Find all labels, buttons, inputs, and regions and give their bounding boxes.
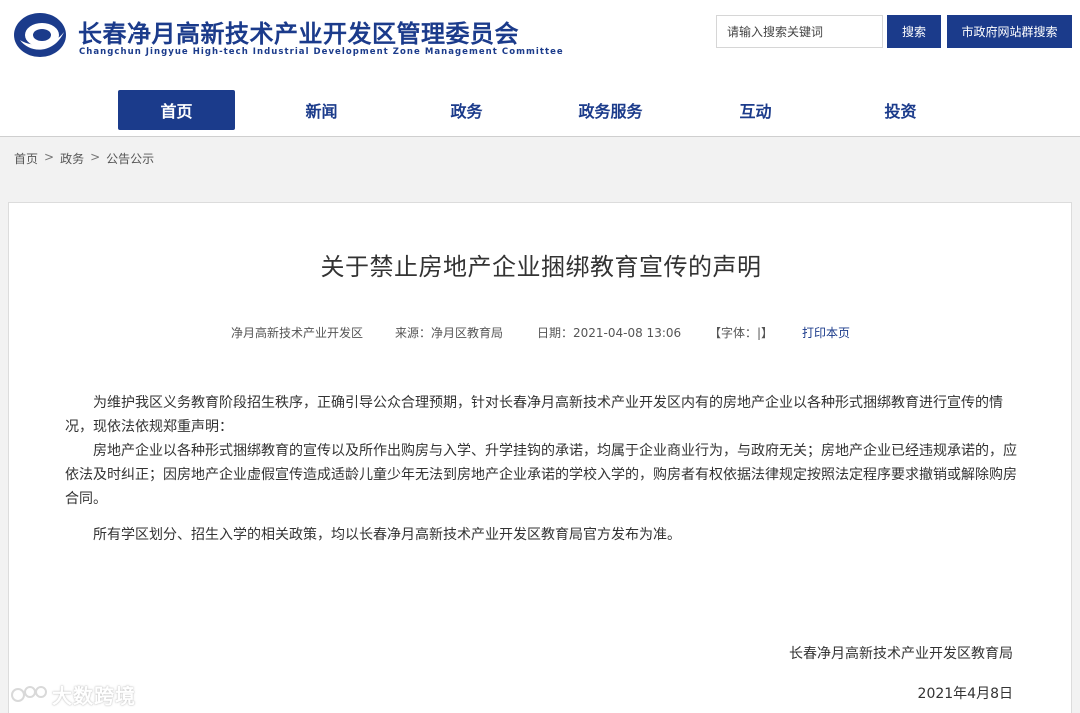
- nav-item-government[interactable]: 政务: [408, 90, 525, 130]
- breadcrumb-separator: >: [44, 150, 55, 164]
- search-input[interactable]: [716, 15, 883, 48]
- article-date: 日期：2021-04-08 13:06: [537, 326, 682, 340]
- site-header: 长春净月高新技术产业开发区管理委员会 Changchun Jingyue Hig…: [0, 0, 1080, 80]
- article-source: 来源：净月区教育局: [395, 326, 504, 340]
- nav-item-interaction[interactable]: 互动: [697, 90, 814, 130]
- breadcrumb-home[interactable]: 首页: [14, 150, 38, 167]
- article-sign-date: 2021年4月8日: [917, 686, 1013, 702]
- site-title[interactable]: 长春净月高新技术产业开发区管理委员会: [78, 14, 519, 49]
- watermark-text: 大数跨境: [52, 684, 136, 708]
- watermark-logo-icon: [11, 685, 47, 702]
- print-link-wrapper: 打印本页: [802, 324, 850, 341]
- nav-item-news[interactable]: 新闻: [263, 90, 380, 130]
- group-search-button[interactable]: 市政府网站群搜索: [947, 15, 1072, 48]
- nav-item-home[interactable]: 首页: [118, 90, 235, 130]
- article-card: 关于禁止房地产企业捆绑教育宣传的声明 净月高新技术产业开发区 来源：净月区教育局…: [8, 202, 1072, 713]
- breadcrumb: 首页 > 政务 > 公告公示: [14, 150, 154, 167]
- article-org: 净月高新技术产业开发区: [231, 326, 364, 340]
- article-paragraph: 房地产企业以各种形式捆绑教育的宣传以及所作出购房与入学、升学挂钩的承诺，均属于企…: [65, 443, 1017, 507]
- article-signature: 长春净月高新技术产业开发区教育局: [789, 646, 1013, 662]
- print-link[interactable]: 打印本页: [802, 326, 850, 340]
- search-button[interactable]: 搜索: [887, 15, 941, 48]
- font-size-control[interactable]: 【字体：|】: [709, 324, 773, 341]
- main-nav: 首页 新闻 政务 政务服务 互动 投资: [0, 88, 1080, 134]
- breadcrumb-separator: >: [90, 150, 101, 164]
- article-body: 为维护我区义务教育阶段招生秩序，正确引导公众合理预期，针对长春净月高新技术产业开…: [65, 391, 1023, 547]
- breadcrumb-government[interactable]: 政务: [60, 150, 84, 167]
- nav-item-investment[interactable]: 投资: [842, 90, 959, 130]
- site-subtitle: Changchun Jingyue High-tech Industrial D…: [79, 47, 564, 57]
- breadcrumb-bar: 首页 > 政务 > 公告公示: [0, 136, 1080, 176]
- article-paragraph: 为维护我区义务教育阶段招生秩序，正确引导公众合理预期，针对长春净月高新技术产业开…: [65, 395, 1003, 435]
- watermark: 大数跨境: [10, 680, 136, 709]
- site-logo-icon[interactable]: [12, 10, 68, 60]
- article-paragraph: 所有学区划分、招生入学的相关政策，均以长春净月高新技术产业开发区教育局官方发布为…: [93, 527, 681, 543]
- breadcrumb-notices[interactable]: 公告公示: [106, 150, 154, 167]
- nav-item-gov-services[interactable]: 政务服务: [552, 90, 669, 130]
- article-title: 关于禁止房地产企业捆绑教育宣传的声明: [320, 253, 762, 281]
